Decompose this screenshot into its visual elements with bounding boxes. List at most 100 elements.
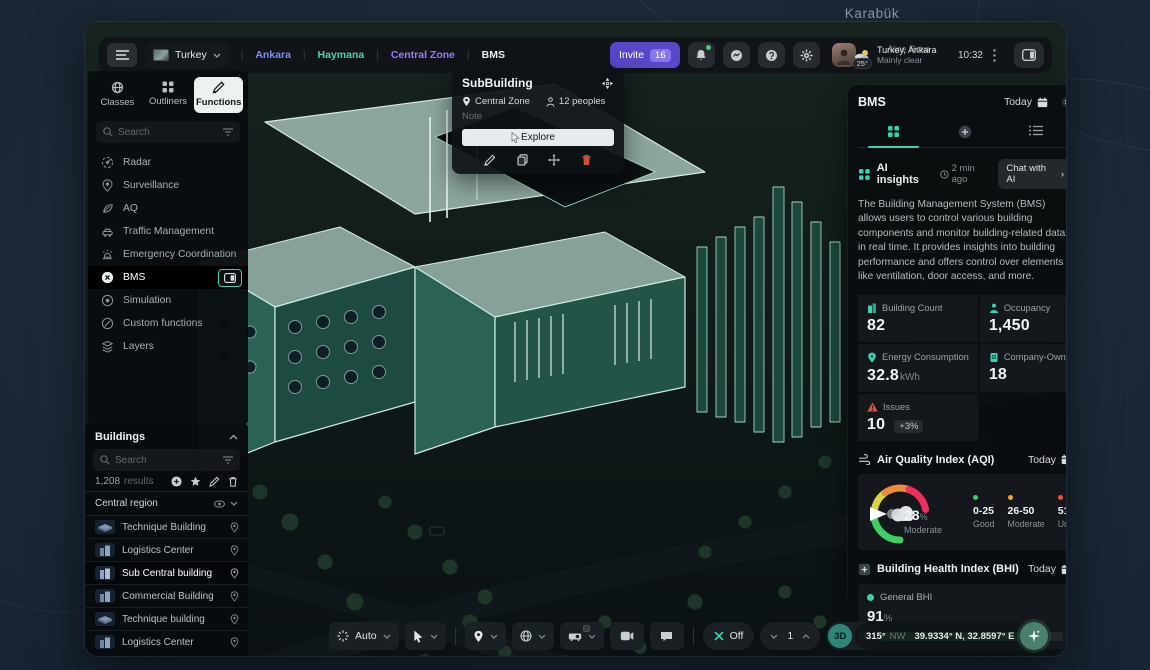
mode-3d-button[interactable]: 3D [828, 624, 852, 648]
function-item-radar[interactable]: Radar [88, 151, 248, 174]
results-label: results [124, 476, 153, 487]
comments-button[interactable] [650, 622, 684, 650]
comment-icon [660, 631, 673, 642]
building-row[interactable]: Logistics Center [85, 538, 248, 561]
locate-pin-icon[interactable] [230, 545, 239, 556]
legend-dot-good [973, 495, 978, 500]
country-select[interactable]: Turkey [145, 42, 229, 68]
function-label: Surveillance [123, 180, 179, 191]
calendar-icon [1061, 454, 1066, 465]
notifications-button[interactable] [688, 42, 715, 68]
pin-tool-dropdown[interactable] [465, 622, 506, 650]
stat-value: 32.8 [867, 367, 899, 385]
breadcrumb-city[interactable]: Ankara [255, 49, 291, 61]
ai-insights-icon [858, 168, 871, 181]
building-row[interactable]: Technique Building [85, 515, 248, 538]
locate-pin-icon[interactable] [230, 614, 239, 625]
function-item-traffic[interactable]: Traffic Management [88, 220, 248, 243]
chevron-down-icon [490, 634, 498, 639]
move-button[interactable] [548, 154, 560, 166]
user-weather-widget[interactable]: 25° Turkey, Ankara Alice Rosa Mainly cle… [832, 41, 1000, 69]
overlay-toggle[interactable]: Off [703, 622, 755, 650]
tab-outliners[interactable]: Outliners [144, 77, 193, 113]
edit-pen-icon[interactable] [209, 476, 220, 487]
aqi-date-selector[interactable]: Today [1028, 454, 1066, 466]
filter-icon[interactable] [223, 128, 233, 136]
trash-icon[interactable] [228, 476, 238, 487]
building-row[interactable]: Technique building [85, 607, 248, 630]
menu-button[interactable] [107, 43, 137, 67]
tab-list[interactable] [1001, 118, 1066, 147]
building-row-selected[interactable]: Sub Central building [85, 561, 248, 584]
leaf-icon [101, 202, 114, 215]
function-item-simulation[interactable]: Simulation [88, 289, 248, 312]
video-button[interactable] [610, 622, 644, 650]
side-panel-toggle-button[interactable] [1014, 42, 1044, 68]
tab-functions[interactable]: Functions [194, 77, 243, 113]
invite-button[interactable]: Invite 16 [610, 42, 680, 68]
tab-classes[interactable]: Classes [93, 77, 142, 113]
user-menu-button[interactable] [988, 44, 1000, 66]
exposure-mode-dropdown[interactable]: Auto [329, 622, 399, 650]
settings-button[interactable] [793, 42, 820, 68]
date-selector[interactable]: Today [1004, 96, 1048, 108]
select-tool-dropdown[interactable] [405, 622, 446, 650]
hamburger-icon [116, 50, 129, 60]
bhi-date-selector[interactable]: Today [1028, 563, 1066, 575]
region-group-header[interactable]: Central region [85, 491, 248, 515]
close-panel-button[interactable] [1062, 97, 1066, 107]
date-label: Today [1004, 96, 1032, 108]
function-item-layers[interactable]: Layers [88, 335, 248, 358]
function-item-bms[interactable]: BMS [88, 266, 248, 289]
gear-icon [800, 49, 813, 62]
locate-pin-icon[interactable] [230, 591, 239, 602]
globe-icon [520, 630, 532, 642]
visibility-icon[interactable] [214, 500, 225, 508]
camera-view-dropdown[interactable] [560, 622, 604, 650]
building-row[interactable]: Commercial Building [85, 584, 248, 607]
locate-pin-icon[interactable] [230, 522, 239, 533]
panel-title: BMS [858, 95, 1004, 109]
building-row[interactable]: Logistics Center [85, 630, 248, 653]
locate-pin-icon[interactable] [230, 568, 239, 579]
stepper-down-icon[interactable] [770, 634, 778, 639]
globe-layer-dropdown[interactable] [512, 622, 554, 650]
function-label: Radar [123, 157, 151, 168]
close-icon [1062, 97, 1066, 107]
tab-overview[interactable] [858, 118, 929, 147]
bms-open-panel-button[interactable] [218, 269, 242, 287]
messages-button[interactable] [723, 42, 750, 68]
legend-dot-unhealthy [1058, 495, 1063, 500]
video-camera-icon [620, 631, 634, 641]
ai-insights-label: AI insights [877, 162, 932, 186]
breadcrumb-district[interactable]: Haymana [318, 49, 365, 61]
star-icon[interactable] [190, 476, 201, 487]
explore-button[interactable]: Explore [462, 129, 614, 146]
country-label: Turkey [175, 49, 207, 61]
chat-with-ai-button[interactable]: Chat with AI › [998, 159, 1066, 189]
add-circle-icon[interactable] [171, 476, 182, 487]
ai-assistant-button[interactable] [1020, 622, 1048, 650]
classes-icon [111, 81, 124, 94]
function-item-aq[interactable]: AQ [88, 197, 248, 220]
filter-icon[interactable] [223, 456, 233, 464]
function-item-custom[interactable]: Custom functions [88, 312, 248, 335]
collapse-chevron-icon[interactable] [229, 434, 238, 440]
move-dpad-icon[interactable] [601, 77, 614, 90]
building-badge-icon [989, 352, 999, 362]
function-item-surveillance[interactable]: Surveillance [88, 174, 248, 197]
search-input[interactable] [118, 127, 218, 138]
edit-button[interactable] [484, 154, 496, 166]
stepper-up-icon[interactable] [802, 634, 810, 639]
search-input[interactable] [115, 455, 218, 466]
delete-button[interactable] [581, 154, 592, 166]
locate-pin-icon[interactable] [230, 637, 239, 648]
chevron-down-icon[interactable] [230, 501, 238, 506]
duplicate-button[interactable] [517, 154, 528, 166]
function-item-emergency[interactable]: Emergency Coordination [88, 243, 248, 266]
tab-add[interactable] [929, 118, 1000, 147]
functions-pen-icon [212, 81, 225, 94]
chevron-down-icon [213, 53, 221, 58]
breadcrumb-zone[interactable]: Central Zone [391, 49, 455, 61]
help-button[interactable] [758, 42, 785, 68]
